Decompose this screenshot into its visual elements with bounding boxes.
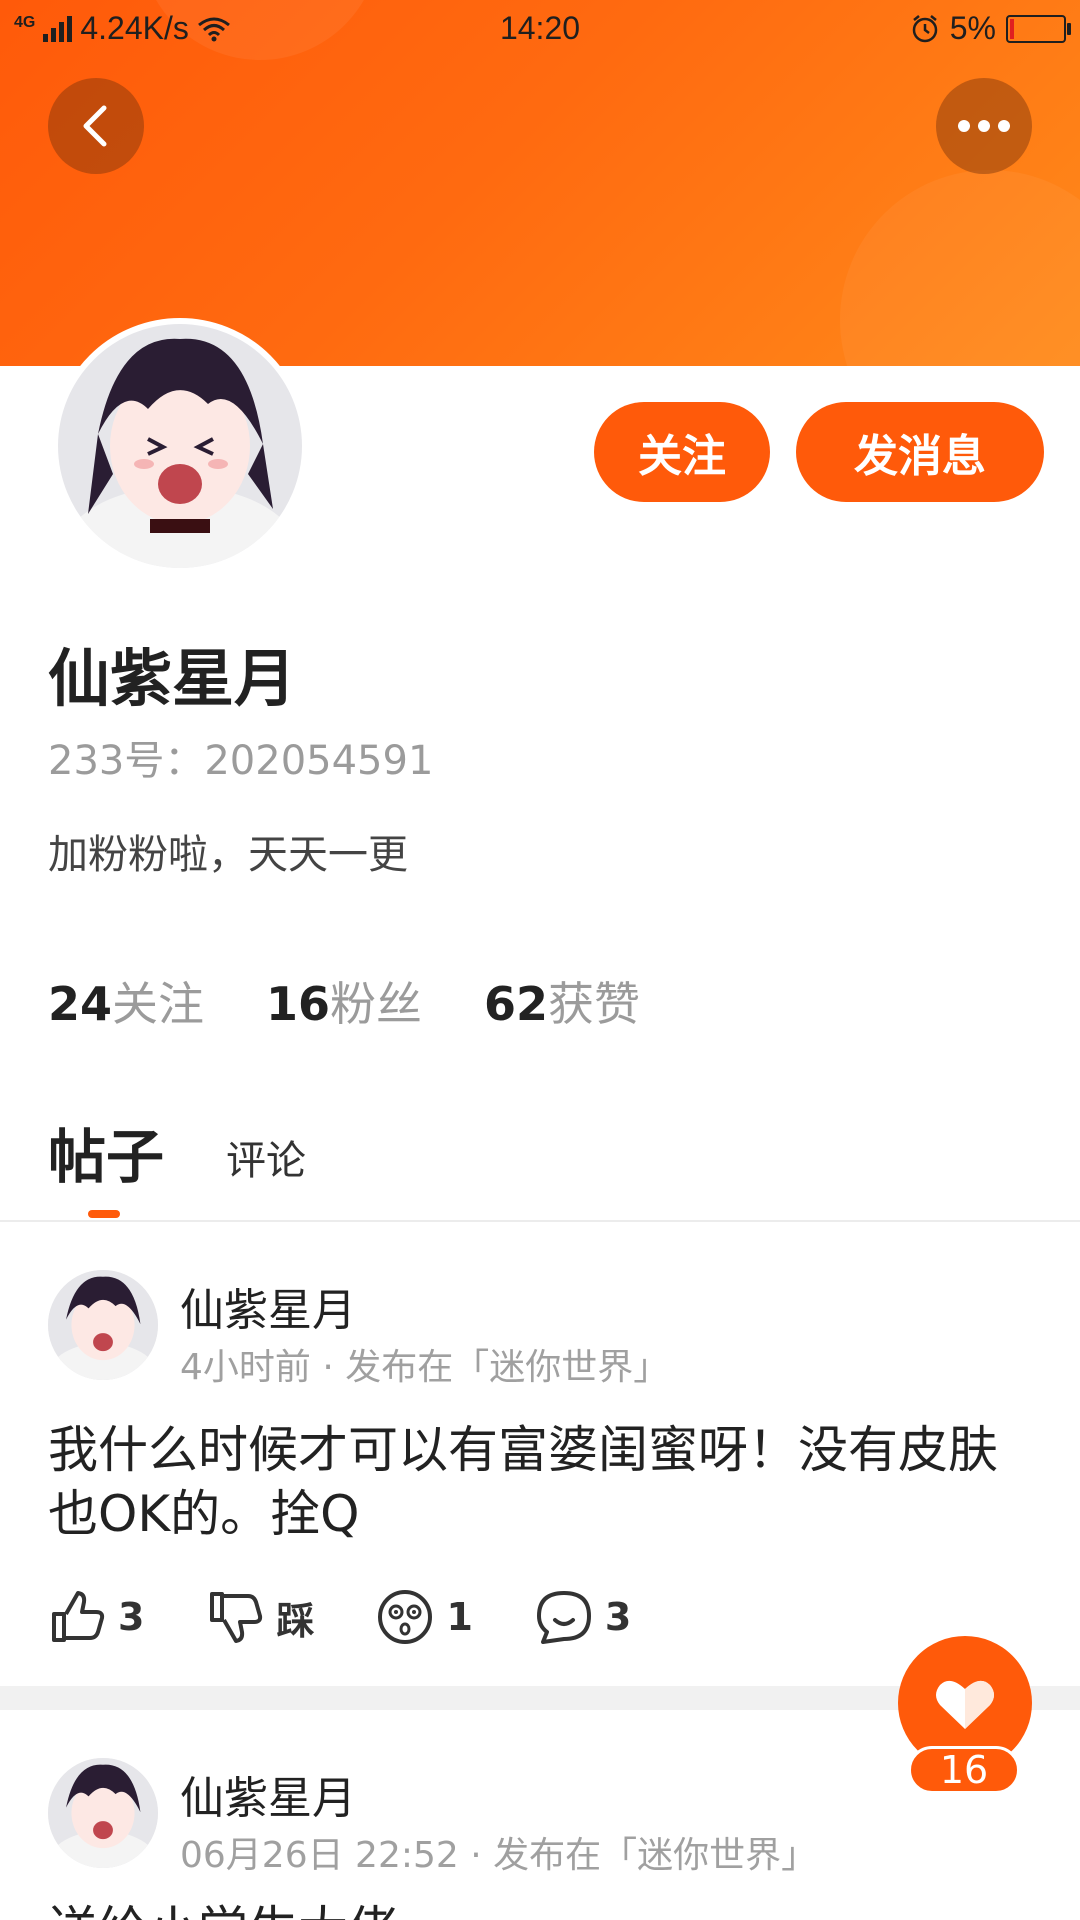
message-button[interactable]: 发消息 <box>796 402 1044 502</box>
comment-count: 3 <box>604 1595 632 1639</box>
profile-id: 233号：202054591 <box>48 738 434 784</box>
profile-name: 仙紫星月 <box>48 642 297 715</box>
tab-posts[interactable]: 帖子 <box>48 1110 164 1194</box>
like-button[interactable]: 3 <box>48 1588 144 1646</box>
profile-avatar[interactable] <box>52 318 308 574</box>
stat-following[interactable]: 24关注 <box>48 968 204 1034</box>
like-count: 3 <box>118 1595 145 1639</box>
dizzy-count: 1 <box>446 1595 473 1639</box>
stat-label: 关注 <box>112 977 205 1031</box>
profile-stats: 24关注 16粉丝 62获赞 <box>48 968 640 1034</box>
thumbs-down-icon <box>210 1592 263 1643</box>
battery-icon <box>1006 14 1071 43</box>
follow-button[interactable]: 关注 <box>594 402 770 502</box>
comment-icon <box>536 1591 591 1644</box>
stat-likes[interactable]: 62获赞 <box>484 968 640 1034</box>
more-button[interactable] <box>936 78 1032 174</box>
stat-value: 62 <box>484 977 549 1031</box>
dizzy-reaction-button[interactable]: 1 <box>376 1588 473 1646</box>
more-dots-icon <box>958 120 1010 132</box>
post-actions: 3 踩 1 3 <box>48 1588 693 1646</box>
post-meta: 4小时前 · 发布在「迷你世界」 <box>180 1347 670 1388</box>
content-tabs: 帖子 评论 <box>48 1110 306 1194</box>
thumbs-up-icon <box>52 1591 105 1642</box>
post-author[interactable]: 仙紫星月 <box>180 1274 356 1338</box>
avatar-image <box>48 1758 158 1868</box>
heart-icon <box>936 1680 994 1729</box>
post-meta: 06月26日 22:52 · 发布在「迷你世界」 <box>180 1835 818 1876</box>
profile-bio: 加粉粉啦，天天一更 <box>48 832 408 878</box>
comment-button[interactable]: 3 <box>535 1588 631 1646</box>
stat-label: 粉丝 <box>330 977 423 1031</box>
stat-fans[interactable]: 16粉丝 <box>266 968 422 1034</box>
stat-label: 获赞 <box>548 977 641 1031</box>
post-author[interactable]: 仙紫星月 <box>180 1762 356 1826</box>
post-content[interactable]: 我什么时候才可以有富婆闺蜜呀！没有皮肤也OK的。拴Q <box>48 1418 1038 1546</box>
stat-value: 24 <box>48 977 113 1031</box>
status-bar: 4G 4.24K/s 14:20 5% <box>0 0 1080 56</box>
battery-percent: 5% <box>949 10 996 46</box>
avatar-image <box>58 324 302 568</box>
post-avatar[interactable] <box>48 1270 158 1380</box>
post-avatar[interactable] <box>48 1758 158 1868</box>
dislike-label: 踩 <box>276 1598 315 1643</box>
back-button[interactable] <box>48 78 144 174</box>
avatar-image <box>48 1270 158 1380</box>
stat-value: 16 <box>266 977 331 1031</box>
alarm-icon <box>912 14 937 42</box>
tab-indicator <box>88 1210 120 1218</box>
chevron-left-icon <box>83 105 107 147</box>
dizzy-face-icon <box>378 1590 433 1644</box>
tab-comments[interactable]: 评论 <box>226 1128 306 1194</box>
floating-like-count: 16 <box>908 1746 1020 1794</box>
post-content[interactable]: 送给小学生大佬 <box>48 1898 1038 1920</box>
dislike-button[interactable]: 踩 <box>206 1588 314 1646</box>
